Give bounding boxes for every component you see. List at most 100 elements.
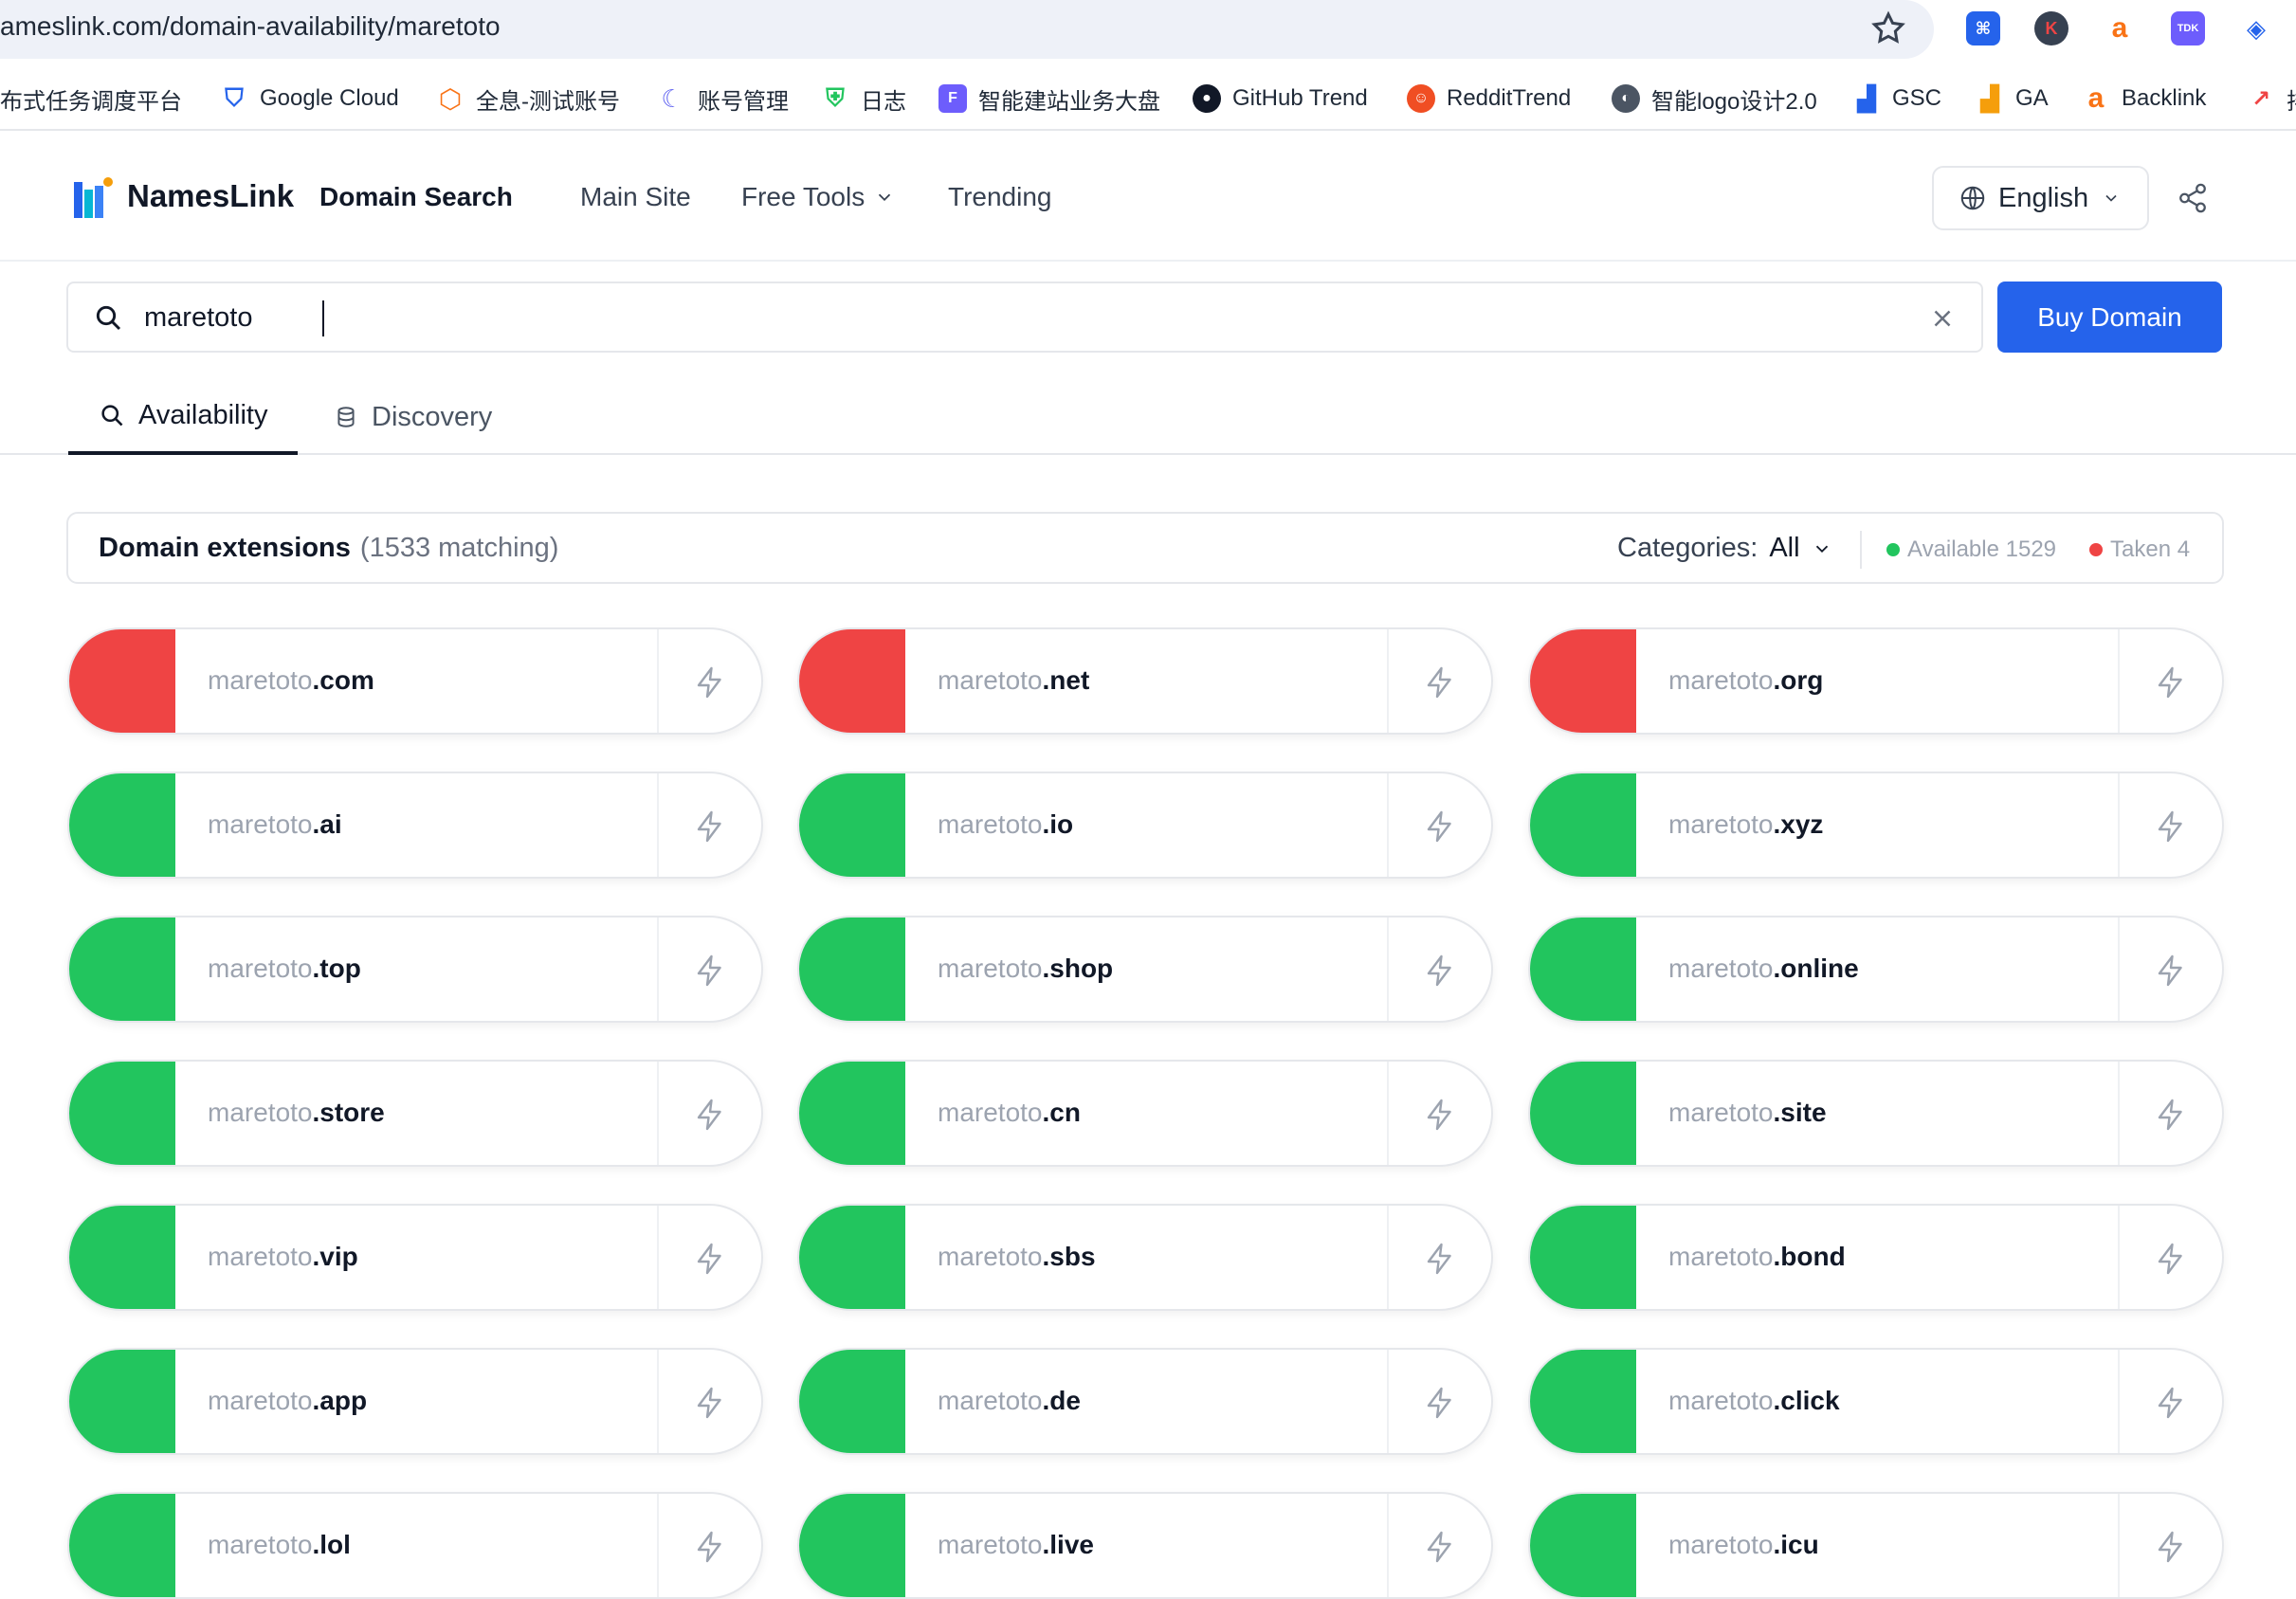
lightning-bolt-icon[interactable] [2154, 1386, 2188, 1420]
domain-search-input[interactable] [144, 295, 1661, 340]
domain-tld: .online [1773, 954, 1859, 983]
nav-trending[interactable]: Trending [948, 182, 1051, 212]
bookmark-logo-design[interactable]: ◐ 智能logo设计2.0 [1612, 82, 1817, 116]
domain-card[interactable]: maretoto.online [1528, 916, 2224, 1023]
domain-card[interactable]: maretoto.store [67, 1060, 763, 1167]
domain-card[interactable]: maretoto.ai [67, 772, 763, 879]
lightning-bolt-icon[interactable] [693, 1530, 727, 1564]
lightning-bolt-icon[interactable] [693, 1098, 727, 1132]
nav-free-tools[interactable]: Free Tools [741, 182, 895, 212]
domain-card[interactable]: maretoto.shop [797, 916, 1493, 1023]
domain-card[interactable]: maretoto.lol [67, 1492, 763, 1599]
domain-card[interactable]: maretoto.sbs [797, 1204, 1493, 1311]
domain-tld: .org [1773, 665, 1824, 695]
domain-card[interactable]: maretoto.bond [1528, 1204, 2224, 1311]
lightning-bolt-icon[interactable] [2154, 1242, 2188, 1276]
browser-url-bar[interactable]: ameslink.com/domain-availability/maretot… [0, 0, 1934, 59]
nav-free-tools-label: Free Tools [741, 182, 866, 211]
lightning-bolt-icon[interactable] [2154, 1098, 2188, 1132]
text-caret [322, 300, 324, 336]
lightning-bolt-icon[interactable] [1423, 809, 1457, 844]
lightning-bolt-icon[interactable] [2154, 954, 2188, 988]
extension-ahrefs-icon[interactable]: a [2103, 11, 2137, 45]
lightning-bolt-icon[interactable] [693, 954, 727, 988]
domain-name: maretoto.ai [208, 809, 342, 840]
extension-command-icon[interactable]: ⌘ [1966, 11, 2000, 45]
tab-availability[interactable]: Availability [68, 379, 299, 455]
domain-card[interactable]: maretoto.icu [1528, 1492, 2224, 1599]
lightning-bolt-icon[interactable] [693, 809, 727, 844]
clear-search-icon[interactable] [1928, 304, 1957, 333]
tab-discovery-label: Discovery [372, 401, 493, 432]
domain-card[interactable]: maretoto.app [67, 1348, 763, 1455]
search-icon [101, 405, 123, 427]
lightning-bolt-icon[interactable] [2154, 1530, 2188, 1564]
lightning-bolt-icon[interactable] [1423, 1530, 1457, 1564]
lightning-bolt-icon[interactable] [693, 1242, 727, 1276]
bookmark-gsc[interactable]: ▟ GSC [1852, 82, 1941, 116]
ahrefs-icon: a [2087, 82, 2105, 114]
extension-tag-icon[interactable]: ◈ [2239, 11, 2273, 45]
extension-k-icon[interactable]: K [2034, 11, 2068, 45]
nameslink-logo-icon[interactable] [72, 176, 114, 220]
domain-status-indicator [799, 1350, 905, 1453]
lightning-bolt-icon[interactable] [2154, 809, 2188, 844]
bookmark-account-mgmt[interactable]: ☾ 账号管理 [658, 82, 789, 116]
lightning-bolt-icon[interactable] [693, 665, 727, 700]
lightning-bolt-icon[interactable] [2154, 665, 2188, 700]
domain-tld: .click [1773, 1386, 1840, 1415]
divider [2118, 1062, 2120, 1165]
domain-card[interactable]: maretoto.live [797, 1492, 1493, 1599]
domain-status-indicator [69, 1206, 175, 1309]
chevron-down-icon [2105, 194, 2117, 202]
domain-status-indicator [1530, 1206, 1636, 1309]
domain-status-indicator [69, 1350, 175, 1453]
reddit-icon: ☺ [1407, 84, 1435, 113]
bookmark-task-scheduler[interactable]: 分布式任务调度平台 [0, 82, 182, 116]
bookmark-backlink[interactable]: a Backlink [2082, 82, 2207, 116]
domain-card[interactable]: maretoto.top [67, 916, 763, 1023]
domain-base: maretoto [938, 665, 1043, 695]
share-icon[interactable] [2177, 182, 2209, 214]
lightning-bolt-icon[interactable] [1423, 1098, 1457, 1132]
buy-domain-button[interactable]: Buy Domain [1997, 282, 2222, 353]
lightning-bolt-icon[interactable] [693, 1386, 727, 1420]
domain-card[interactable]: maretoto.io [797, 772, 1493, 879]
bookmark-github-trend[interactable]: ● GitHub Trend [1193, 82, 1368, 116]
domain-card[interactable]: maretoto.cn [797, 1060, 1493, 1167]
domain-base: maretoto [938, 954, 1043, 983]
domain-card[interactable]: maretoto.xyz [1528, 772, 2224, 879]
globe-icon: ◐ [1612, 84, 1640, 113]
divider [2118, 918, 2120, 1021]
divider [1387, 1062, 1389, 1165]
brand-name[interactable]: NamesLink [127, 178, 294, 214]
lightning-bolt-icon[interactable] [1423, 954, 1457, 988]
bookmark-ga[interactable]: ▟ GA [1976, 82, 2049, 116]
bookmark-google-cloud[interactable]: ⛉ Google Cloud [220, 82, 399, 116]
bookmark-site-dashboard[interactable]: F 智能建站业务大盘 [938, 82, 1160, 116]
domain-card[interactable]: maretoto.org [1528, 627, 2224, 735]
domain-card[interactable]: maretoto.vip [67, 1204, 763, 1311]
bookmark-trend[interactable]: ↗ 排 [2247, 82, 2296, 116]
extension-tdk-icon[interactable]: TDK [2171, 11, 2205, 45]
bookmark-log[interactable]: ⛨ 日志 [821, 82, 906, 116]
lightning-bolt-icon[interactable] [1423, 1242, 1457, 1276]
domain-base: maretoto [208, 809, 313, 839]
nav-main-site[interactable]: Main Site [580, 182, 691, 212]
bookmark-reddit-trend[interactable]: ☺ RedditTrend [1407, 82, 1571, 116]
domain-card[interactable]: maretoto.com [67, 627, 763, 735]
domain-card[interactable]: maretoto.net [797, 627, 1493, 735]
domain-tld: .sbs [1042, 1242, 1096, 1271]
domain-card[interactable]: maretoto.site [1528, 1060, 2224, 1167]
categories-dropdown[interactable]: Categories: All [1617, 533, 1832, 564]
bookmark-star-icon[interactable] [1869, 9, 1907, 47]
language-selector[interactable]: English [1932, 166, 2149, 230]
domain-card[interactable]: maretoto.click [1528, 1348, 2224, 1455]
lightning-bolt-icon[interactable] [1423, 665, 1457, 700]
bookmark-holo-test[interactable]: ⬡ 全息-测试账号 [436, 82, 620, 116]
domain-card[interactable]: maretoto.de [797, 1348, 1493, 1455]
url-text[interactable]: ameslink.com/domain-availability/maretot… [0, 11, 501, 42]
lightning-bolt-icon[interactable] [1423, 1386, 1457, 1420]
tab-discovery[interactable]: Discovery [334, 379, 492, 455]
account-icon: ☾ [661, 83, 683, 113]
